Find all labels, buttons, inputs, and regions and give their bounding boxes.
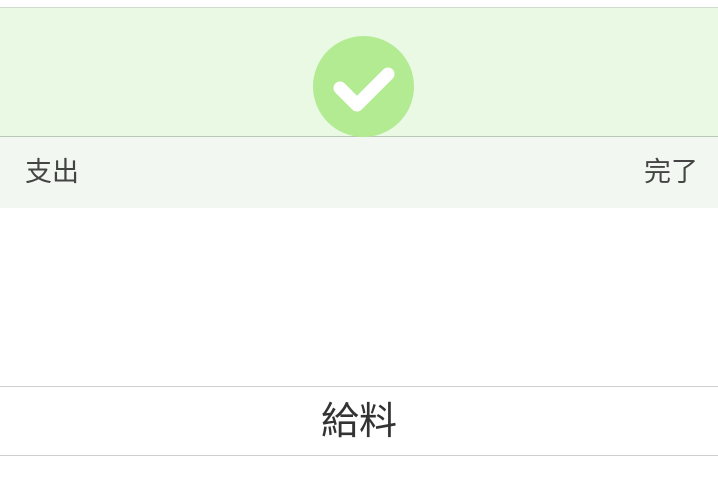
screen: 支出 完了 給料: [0, 0, 718, 500]
picker-toolbar: 支出 完了: [0, 137, 718, 208]
picker-selected-option[interactable]: 給料: [0, 387, 718, 455]
selection-divider-bottom: [0, 455, 718, 456]
checkmark-icon: [313, 36, 414, 137]
top-strip: [0, 0, 718, 8]
category-type-label[interactable]: 支出: [25, 157, 79, 189]
checkmark-icon-graphic: [333, 67, 395, 112]
category-picker[interactable]: 給料: [0, 208, 718, 500]
done-button[interactable]: 完了: [644, 157, 698, 189]
